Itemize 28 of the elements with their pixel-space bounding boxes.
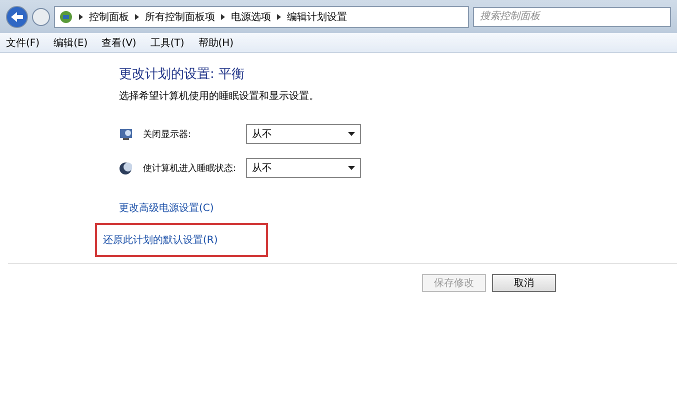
menu-item[interactable]: 帮助(H) xyxy=(198,36,234,50)
setting-label: 关闭显示器: xyxy=(143,128,192,140)
menu-item[interactable]: 文件(F) xyxy=(6,36,40,50)
menu-item[interactable]: 编辑(E) xyxy=(54,36,88,50)
page-heading: 更改计划的设置: 平衡 xyxy=(119,66,246,83)
monitor-icon xyxy=(119,128,133,140)
settings-link[interactable]: 更改高级电源设置(C) xyxy=(119,201,214,215)
caret-icon xyxy=(348,132,355,136)
setting-label: 使计算机进入睡眠状态: xyxy=(143,162,238,174)
menu-item[interactable]: 工具(T) xyxy=(150,36,184,50)
forward-button[interactable] xyxy=(32,8,50,26)
menu-item[interactable]: 查看(V) xyxy=(102,36,136,50)
address-bar[interactable]: 控制面板 所有控制面板项 电源选项 编辑计划设置 xyxy=(54,6,469,28)
moon-icon xyxy=(119,162,132,174)
dropdown[interactable]: 从不 xyxy=(246,124,361,144)
caret-icon xyxy=(348,166,355,170)
back-arrow-icon xyxy=(11,12,23,22)
breadcrumb-item[interactable]: 控制面板 xyxy=(89,10,129,24)
breadcrumb-item[interactable]: 电源选项 xyxy=(231,10,271,24)
control-panel-icon xyxy=(59,10,73,24)
search-field[interactable]: 搜索控制面板 xyxy=(473,6,671,26)
breadcrumb-item[interactable]: 编辑计划设置 xyxy=(287,10,347,24)
breadcrumb-item[interactable]: 所有控制面板项 xyxy=(145,10,215,24)
settings-link[interactable]: 还原此计划的默认设置(R) xyxy=(95,223,268,257)
back-button[interactable] xyxy=(6,6,28,28)
description: 选择希望计算机使用的睡眠设置和显示设置。 xyxy=(119,90,320,103)
cancel-button[interactable]: 取消 xyxy=(492,274,556,292)
dropdown[interactable]: 从不 xyxy=(246,158,361,178)
